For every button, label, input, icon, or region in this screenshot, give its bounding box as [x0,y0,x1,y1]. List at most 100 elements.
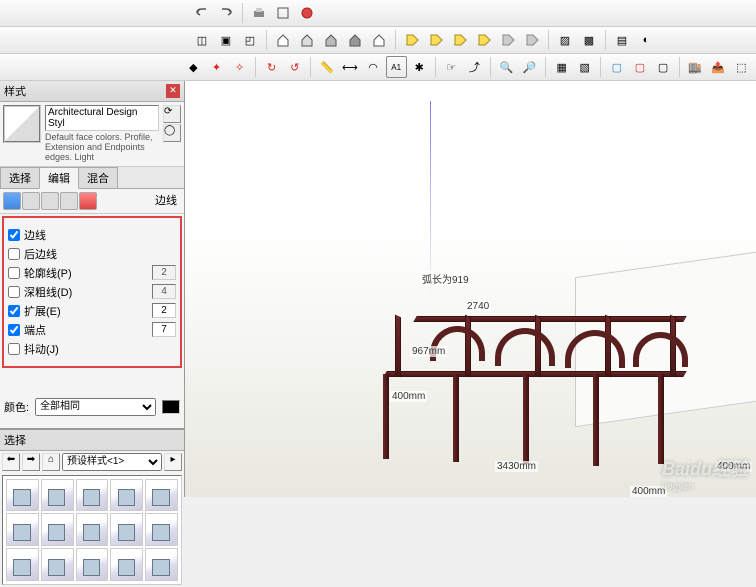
section-d-icon[interactable]: ▧ [574,56,595,78]
comp2-icon[interactable]: ▢ [629,56,650,78]
color-row: 颜色: 全部相同 [0,390,184,424]
new-style-icon[interactable]: ◯ [163,124,181,142]
style-preset[interactable] [76,479,109,512]
house-4-icon[interactable] [344,29,366,51]
profiles-checkbox[interactable] [8,267,20,279]
update-style-icon[interactable]: ⟳ [163,105,181,123]
tag-2-icon[interactable] [425,29,447,51]
front-view-icon[interactable]: ◰ [239,29,261,51]
face-settings-icon[interactable] [22,192,40,210]
extension-checkbox[interactable] [8,305,20,317]
edges-checkbox[interactable] [8,229,20,241]
share-icon[interactable]: 📤 [708,56,729,78]
watermark-settings-icon[interactable] [60,192,78,210]
style-thumbnail[interactable] [3,105,41,143]
close-icon[interactable]: ✕ [166,84,180,98]
depth-checkbox[interactable] [8,286,20,298]
house-5-icon[interactable] [368,29,390,51]
comp3-icon[interactable]: ▢ [652,56,673,78]
endpoints-checkbox[interactable] [8,324,20,336]
rotate-red2-icon[interactable]: ↺ [284,56,305,78]
ext-icon[interactable]: ⬚ [731,56,752,78]
house-1-icon[interactable] [272,29,294,51]
scale-red-icon[interactable]: ✧ [229,56,250,78]
rotate-red-icon[interactable]: ↻ [261,56,282,78]
style-preset[interactable] [110,479,143,512]
style-preset[interactable] [145,513,178,546]
nav-back-icon[interactable]: ⬅ [2,453,20,471]
layer-icon[interactable]: ▤ [611,29,633,51]
comp-icon[interactable]: ▢ [606,56,627,78]
tab-select[interactable]: 选择 [0,167,40,188]
extension-input[interactable] [152,303,176,318]
edge-settings-panel: 边线 后边线 轮廓线(P) 深粗线(D) 扩展(E) [2,216,182,368]
tag-5-icon[interactable] [497,29,519,51]
shade-icon[interactable]: ▩ [578,29,600,51]
xray-icon[interactable]: ▨ [554,29,576,51]
axes-icon[interactable]: ✱ [409,56,430,78]
tag-4-icon[interactable] [473,29,495,51]
zoom-prev-icon[interactable]: 🔎 [519,56,540,78]
style-preset[interactable] [41,513,74,546]
house-3-icon[interactable] [320,29,342,51]
preset-select[interactable]: 预设样式<1> [62,453,162,471]
click-icon[interactable]: ☞ [441,56,462,78]
text-icon[interactable]: A1 [386,56,407,78]
undo-icon[interactable] [191,2,213,24]
style-preset[interactable] [76,548,109,581]
style-preset[interactable] [110,548,143,581]
style-preset[interactable] [6,548,39,581]
house-2-icon[interactable] [296,29,318,51]
panel-titlebar[interactable]: 样式 ✕ [0,81,184,102]
dim-icon[interactable]: ⟷ [339,56,360,78]
nav-fwd-icon[interactable]: ➡ [22,453,40,471]
tape-icon[interactable]: 📏 [316,56,337,78]
warehouse2-icon[interactable]: 🏬 [685,56,706,78]
edge-settings-icon[interactable] [3,192,21,210]
bg-settings-icon[interactable] [41,192,59,210]
selector-panel: 选择 ⬅ ➡ ⌂ 预设样式<1> ▸ [0,428,184,587]
color-swatch[interactable] [162,400,180,414]
redo-icon[interactable] [215,2,237,24]
color-mode-select[interactable]: 全部相同 [35,398,156,416]
dim-967: 967mm [410,346,447,357]
warehouse-icon[interactable] [296,2,318,24]
style-preset[interactable] [6,513,39,546]
style-preset[interactable] [6,479,39,512]
walk-icon[interactable]: ⤴ [464,56,485,78]
fog-icon[interactable]: ◐ [635,29,657,51]
jitter-checkbox[interactable] [8,343,20,355]
top-view-icon[interactable]: ▣ [215,29,237,51]
viewport[interactable]: 弧长为919 [185,81,756,497]
iso-icon[interactable]: ◫ [191,29,213,51]
model-icon[interactable] [272,2,294,24]
tab-mix[interactable]: 混合 [78,167,118,188]
style-name-field[interactable]: Architectural Design Styl [45,105,159,131]
nav-home-icon[interactable]: ⌂ [42,453,60,471]
tag-6-icon[interactable] [521,29,543,51]
tag-3-icon[interactable] [449,29,471,51]
zoom-icon[interactable]: 🔍 [496,56,517,78]
style-preset[interactable] [145,479,178,512]
styles-panel: 样式 ✕ Architectural Design Styl Default f… [0,81,185,497]
style-preset[interactable] [145,548,178,581]
dim-2740: 2740 [465,301,491,312]
print-icon[interactable] [248,2,270,24]
details-icon[interactable]: ▸ [164,453,182,471]
tag-1-icon[interactable] [401,29,423,51]
select-tool-icon[interactable]: ◆ [183,56,204,78]
edit-subtabs: 边线 [0,189,184,214]
style-preset[interactable] [110,513,143,546]
section-icon[interactable]: ▦ [551,56,572,78]
protractor-icon[interactable]: ◠ [362,56,383,78]
endpoints-input[interactable] [152,322,176,337]
style-preset[interactable] [41,548,74,581]
style-preset[interactable] [76,513,109,546]
back-edges-label: 后边线 [24,246,176,262]
tab-edit[interactable]: 编辑 [39,167,79,189]
back-edges-checkbox[interactable] [8,248,20,260]
color-label: 颜色: [4,399,29,415]
model-settings-icon[interactable] [79,192,97,210]
move-red-icon[interactable]: ✦ [206,56,227,78]
style-preset[interactable] [41,479,74,512]
